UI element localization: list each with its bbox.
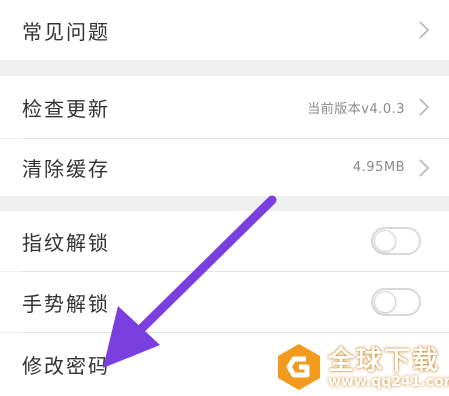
chevron-right-icon (419, 158, 430, 177)
gesture-unlock-toggle[interactable] (371, 288, 421, 316)
clear-cache-label: 清除缓存 (22, 157, 110, 181)
check-update-label: 检查更新 (22, 96, 110, 121)
gesture-unlock-row: 手势解锁 (0, 272, 449, 332)
cache-size-value: 4.95MB (352, 160, 405, 175)
check-update-row[interactable]: 检查更新 当前版本v4.0.3 (0, 76, 449, 138)
site-watermark: 全球下载 www.qq241.com (270, 338, 449, 396)
toggle-knob (374, 291, 396, 313)
fingerprint-unlock-row: 指纹解锁 (0, 211, 449, 271)
clear-cache-row[interactable]: 清除缓存 4.95MB (0, 139, 449, 196)
fingerprint-unlock-label: 指纹解锁 (22, 230, 110, 255)
toggle-knob (374, 230, 396, 252)
chevron-right-icon (419, 21, 430, 39)
chevron-right-icon (419, 98, 430, 116)
version-value: 当前版本v4.0.3 (307, 101, 405, 117)
settings-screen: 常见问题 检查更新 当前版本v4.0.3 清除缓存 4.95MB 指纹解锁 手势… (0, 0, 449, 396)
faq-row[interactable]: 常见问题 (0, 0, 449, 60)
watermark-title: 全球下载 (328, 346, 441, 376)
watermark-url: www.qq241.com (328, 374, 449, 390)
watermark-logo-icon (278, 344, 320, 390)
fingerprint-unlock-toggle[interactable] (371, 227, 421, 255)
change-password-label: 修改密码 (22, 354, 110, 378)
gesture-unlock-label: 手势解锁 (22, 291, 110, 316)
faq-label: 常见问题 (22, 19, 110, 44)
